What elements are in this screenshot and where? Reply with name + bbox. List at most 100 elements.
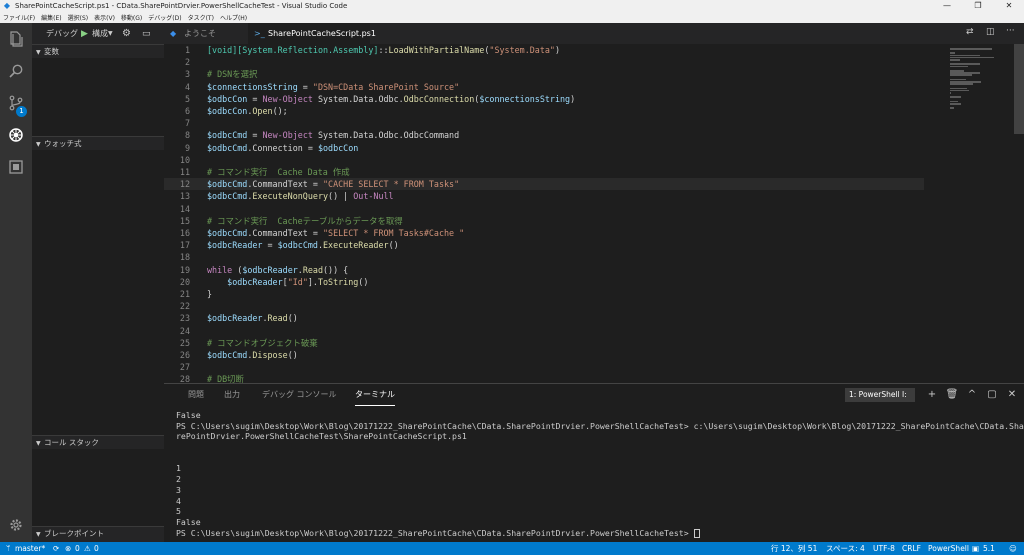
code-line[interactable]: 1 [void][System.Reflection.Assembly]::Loa… [164,44,924,56]
variables-label: 変数 [44,47,59,56]
open-changes-icon[interactable]: ⇄ [966,27,974,37]
code-line[interactable]: 10 [164,154,924,166]
variables-section-header[interactable]: ▼ 変数 [32,44,164,58]
code-line[interactable]: 14 [164,203,924,215]
menu-file[interactable]: ファイル(F) [0,13,38,22]
add-terminal-icon[interactable]: + [925,387,939,403]
search-icon[interactable] [0,57,32,85]
caret-down-icon: ▼ [36,531,41,538]
code-line[interactable]: 11 # コマンド実行 Cache Data 作成 [164,166,924,178]
code-line[interactable]: 22 [164,300,924,312]
powershell-version-icon[interactable]: ▣ [972,542,979,555]
menu-debug[interactable]: デバッグ(D) [145,13,184,22]
line-number: 4 [184,81,190,92]
smiley-icon[interactable]: ☺ [1009,542,1017,555]
warning-count[interactable]: 0 [94,542,99,555]
callstack-section-header[interactable]: ▼ コール スタック [32,435,164,449]
menu-tasks[interactable]: タスク(T) [185,13,217,22]
start-debugging-icon[interactable]: ▶ [81,29,88,39]
extensions-icon[interactable] [0,153,32,181]
minimize-button[interactable]: — [932,0,962,12]
line-number: 24 [179,325,190,336]
chevron-up-icon[interactable]: ^ [965,387,979,403]
menu-go[interactable]: 移動(G) [118,13,145,22]
code-editor[interactable]: 1 [void][System.Reflection.Assembly]::Loa… [164,44,924,383]
minimap[interactable] [950,44,1010,383]
line-number: 27 [179,362,190,373]
more-actions-icon[interactable]: ··· [1006,26,1015,36]
sync-icon[interactable]: ⟳ [53,542,59,555]
terminal-select[interactable]: 1: PowerShell I: [845,388,915,402]
code-line[interactable]: 17 $odbcReader = $odbcCmd.ExecuteReader() [164,239,924,251]
menu-edit[interactable]: 編集(E) [38,13,64,22]
code-line[interactable]: 19 while ($odbcReader.Read()) { [164,264,924,276]
code-line[interactable]: 27 [164,361,924,373]
close-button[interactable]: ✕ [994,0,1024,12]
code-line[interactable]: 2 [164,56,924,68]
menu-selection[interactable]: 選択(S) [65,13,92,22]
menu-help[interactable]: ヘルプ(H) [217,13,250,22]
trash-icon[interactable]: 🗑 [945,387,959,403]
code-line[interactable]: 26 $odbcCmd.Dispose() [164,349,924,361]
cursor-position[interactable]: 行 12、列 51 [771,542,817,555]
code-line[interactable]: 25 # コマンドオブジェクト破棄 [164,337,924,349]
code-line[interactable]: 9 $odbcCmd.Connection = $odbcCon [164,142,924,154]
terminal-line: rePointDrvier.PowerShellCacheTest\ShareP… [176,431,1016,442]
code-line[interactable]: 23 $odbcReader.Read() [164,312,924,324]
debug-console-icon[interactable]: ▭ [142,29,151,39]
branch-icon[interactable]: ᛘ [6,542,11,555]
branch-label[interactable]: master* [15,542,45,555]
error-icon[interactable]: ⊗ [65,542,71,555]
line-ending[interactable]: CRLF [902,542,921,555]
code-line[interactable]: 28 # DB切断 [164,373,924,383]
line-number: 15 [179,215,190,226]
indentation[interactable]: スペース: 4 [826,542,865,555]
code-line[interactable]: 4 $connectionsString = "DSN=CData SharePo… [164,81,924,93]
settings-gear-icon[interactable] [0,511,32,539]
warning-icon[interactable]: ⚠ [84,542,91,555]
explorer-icon[interactable] [0,25,32,53]
menu-view[interactable]: 表示(V) [91,13,118,22]
editor-scrollbar[interactable] [1014,44,1024,134]
powershell-version[interactable]: 5.1 [983,542,995,555]
code-line[interactable]: 12 $odbcCmd.CommandText = "CACHE SELECT *… [164,178,924,191]
terminal-output[interactable]: False PS C:\Users\sugim\Desktop\Work\Blog… [176,410,1024,538]
close-panel-icon[interactable]: ✕ [1005,387,1019,403]
tab-problems[interactable]: 問題 [188,384,204,406]
code-line[interactable]: 16 $odbcCmd.CommandText = "SELECT * FROM … [164,227,924,239]
tab-terminal[interactable]: ターミナル [355,384,395,406]
line-number: 5 [184,93,190,104]
debug-config-select[interactable]: 構成 [92,28,108,39]
error-count[interactable]: 0 [75,542,80,555]
tab-output[interactable]: 出力 [224,384,240,406]
code-line[interactable]: 8 $odbcCmd = New-Object System.Data.Odbc.… [164,129,924,141]
code-line[interactable]: 7 [164,117,924,129]
breakpoints-section-header[interactable]: ▼ ブレークポイント [32,526,164,540]
tab-script[interactable]: >_ SharePointCacheScript.ps1 [248,23,376,44]
line-number: 12 [179,179,190,190]
code-line[interactable]: 24 [164,325,924,337]
line-text: $odbcCon.Open(); [207,106,288,116]
chevron-down-icon[interactable]: ▼ [108,30,113,37]
maximize-panel-icon[interactable]: ▢ [985,387,999,403]
debug-icon[interactable] [0,121,32,149]
tab-debug-console[interactable]: デバッグ コンソール [262,384,337,406]
watch-section-header[interactable]: ▼ ウォッチ式 [32,136,164,150]
code-line[interactable]: 13 $odbcCmd.ExecuteNonQuery() | Out-Null [164,190,924,202]
language-mode[interactable]: PowerShell [928,542,969,555]
code-line[interactable]: 6 $odbcCon.Open(); [164,105,924,117]
breakpoints-label: ブレークポイント [44,529,104,538]
code-line[interactable]: 18 [164,251,924,263]
vscode-logo-icon: ◆ [170,29,177,38]
code-line[interactable]: 21} [164,288,924,300]
code-line[interactable]: 20 $odbcReader["Id"].ToString() [164,276,924,288]
tab-welcome[interactable]: ◆ ようこそ [164,23,248,44]
code-line[interactable]: 3 # DSNを選択 [164,68,924,80]
code-line[interactable]: 15 # コマンド実行 Cacheテーブルからデータを取得 [164,215,924,227]
code-line[interactable]: 5 $odbcCon = New-Object System.Data.Odbc.… [164,93,924,105]
split-editor-icon[interactable]: ◫ [986,27,995,37]
maximize-button[interactable]: ❐ [963,0,993,12]
debug-settings-icon[interactable]: ⚙ [122,28,131,39]
encoding[interactable]: UTF-8 [873,542,895,555]
source-control-icon[interactable]: 1 [0,89,32,117]
